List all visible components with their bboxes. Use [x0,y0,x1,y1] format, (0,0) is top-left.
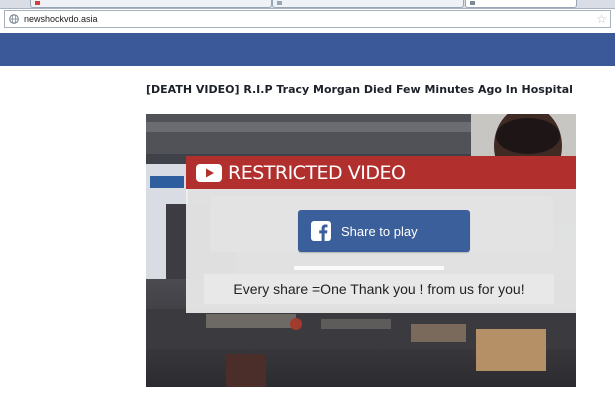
globe-icon [9,14,19,24]
browser-tab[interactable] [272,0,464,8]
restricted-video-banner: RESTRICTED VIDEO [186,156,576,189]
site-header-bar [0,33,615,66]
restricted-video-title: RESTRICTED VIDEO [228,161,406,184]
share-message-panel: Every share =One Thank you ! from us for… [204,274,554,304]
address-bar[interactable]: newshockvdo.asia ☆ [4,10,611,28]
browser-tab-active[interactable] [465,0,577,8]
browser-tab-strip [0,0,615,9]
url-text: newshockvdo.asia [24,14,98,24]
divider [294,266,444,270]
tab-favicon-icon [35,1,40,5]
star-icon[interactable]: ☆ [596,12,607,26]
video-player[interactable]: RESTRICTED VIDEO Share to play Every sha… [146,114,576,387]
tab-favicon-icon [277,1,282,5]
article-title: [DEATH VIDEO] R.I.P Tracy Morgan Died Fe… [146,83,573,96]
share-button-label: Share to play [341,223,418,239]
youtube-play-icon [196,163,222,182]
share-to-play-button[interactable]: Share to play [298,210,470,252]
restricted-overlay: RESTRICTED VIDEO Share to play Every sha… [186,156,576,313]
share-message-text: Every share =One Thank you ! from us for… [233,281,525,297]
facebook-icon [311,221,331,241]
share-panel: Share to play [210,196,553,252]
tab-favicon-icon [470,1,475,5]
browser-tab[interactable] [30,0,272,8]
